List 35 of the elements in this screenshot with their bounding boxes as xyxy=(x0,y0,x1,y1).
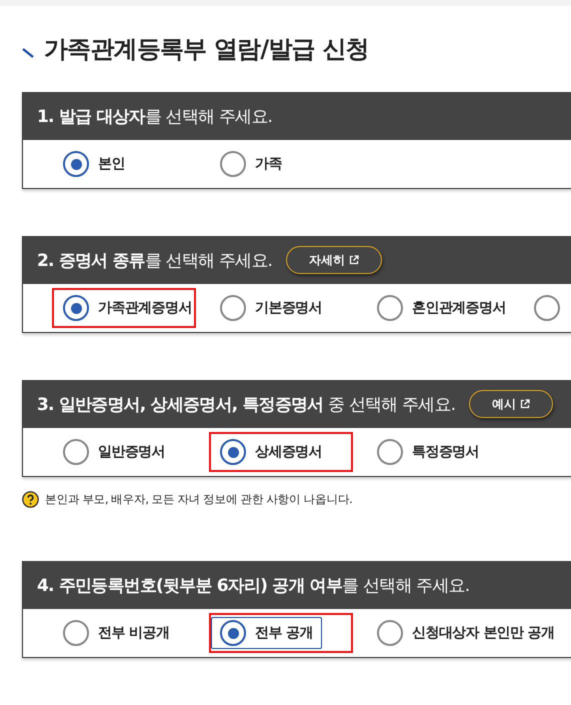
slash-icon xyxy=(22,48,34,58)
radio-button[interactable] xyxy=(63,620,89,646)
section-heading: 3. 일반증명서, 상세증명서, 특정증명서 중 선택해 주세요. xyxy=(37,394,456,416)
external-link-icon xyxy=(520,399,530,409)
option-label: 신청대상자 본인만 공개 xyxy=(412,624,555,642)
external-link-icon xyxy=(349,255,360,265)
option-label: 특정증명서 xyxy=(412,443,480,461)
option-label: 기본증명서 xyxy=(255,299,322,317)
option-label: 일반증명서 xyxy=(98,443,166,461)
external-link-button[interactable]: 예시 xyxy=(469,390,554,418)
option-label: 혼인관계증명서 xyxy=(412,299,506,317)
option-label: 가족관계증명서 xyxy=(98,299,192,317)
section-heading: 1. 발급 대상자를 선택해 주세요. xyxy=(37,106,272,128)
option-label: 가족 xyxy=(255,155,282,173)
radio-button[interactable] xyxy=(220,439,246,465)
radio-button[interactable] xyxy=(377,620,403,646)
radio-button[interactable] xyxy=(534,295,560,321)
radio-button[interactable] xyxy=(63,295,89,321)
external-link-button[interactable]: 자세히 xyxy=(286,246,382,274)
radio-button[interactable] xyxy=(220,295,246,321)
section-heading: 2. 증명서 종류를 선택해 주세요. xyxy=(37,250,272,272)
help-icon xyxy=(22,491,39,508)
radio-button[interactable] xyxy=(63,151,89,177)
radio-button[interactable] xyxy=(220,151,246,177)
radio-button[interactable] xyxy=(377,439,403,465)
radio-button[interactable] xyxy=(377,295,403,321)
radio-button[interactable] xyxy=(220,620,246,646)
option-label: 상세증명서 xyxy=(255,443,322,461)
note-text: 본인과 부모, 배우자, 모든 자녀 정보에 관한 사항이 나옵니다. xyxy=(45,492,352,507)
page-title: 가족관계등록부 열람/발급 신청 xyxy=(44,34,369,65)
option-label: 본인 xyxy=(98,155,125,173)
option-label: 전부 비공개 xyxy=(98,624,170,642)
section-heading: 4. 주민등록번호(뒷부분 6자리) 공개 여부를 선택해 주세요. xyxy=(37,574,470,596)
radio-button[interactable] xyxy=(63,439,89,465)
option-label: 전부 공개 xyxy=(255,624,313,642)
